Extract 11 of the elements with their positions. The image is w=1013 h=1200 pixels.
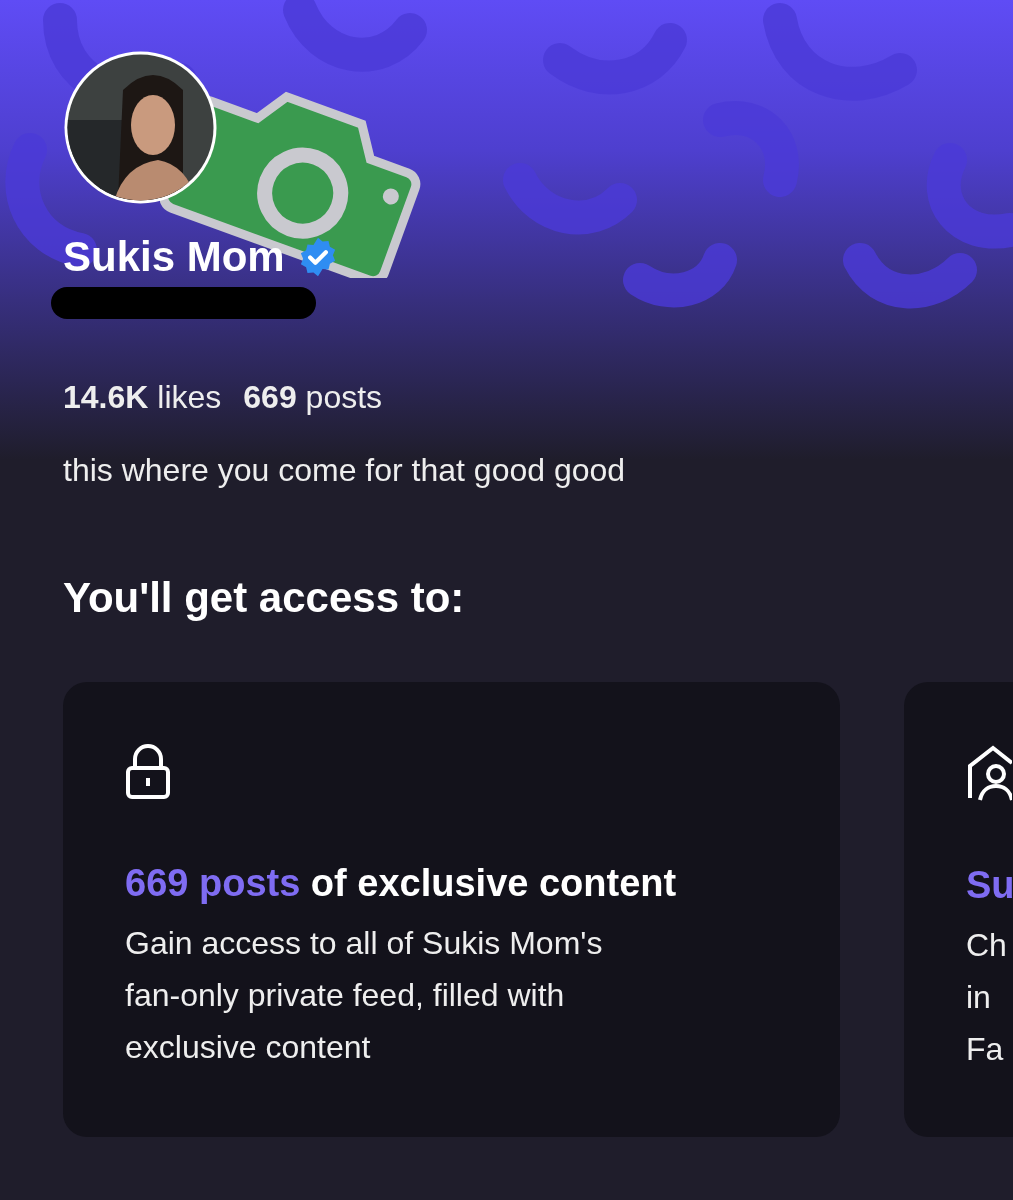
card-heading: Su	[966, 864, 1013, 907]
card-description: Ch in Fa	[966, 926, 1008, 1069]
profile-bio: this where you come for that good good	[63, 452, 627, 489]
card-description: Gain access to all of Sukis Mom's fan-only private feed, filled with exclusive content	[125, 924, 604, 1067]
profile-name: Sukis Mom	[63, 233, 285, 281]
profile-stat: 14.6K likes	[63, 379, 222, 416]
section-title: You'll get access to:	[63, 574, 465, 622]
house-person-icon	[966, 744, 1012, 802]
profile-stat: 669 posts	[243, 379, 383, 416]
card-heading: 669 posts of exclusive content	[125, 862, 678, 905]
lock-icon	[125, 744, 171, 800]
